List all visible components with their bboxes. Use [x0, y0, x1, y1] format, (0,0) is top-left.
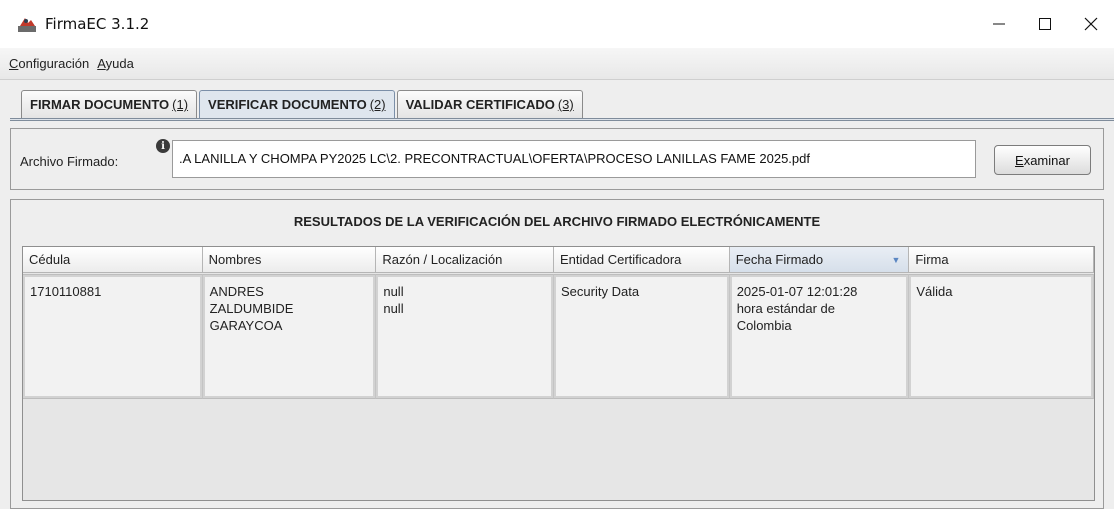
sort-descending-icon: ▼: [891, 255, 901, 265]
window-title: FirmaEC 3.1.2: [45, 15, 150, 33]
title-bar: FirmaEC 3.1.2: [0, 0, 1114, 48]
column-header-fecha[interactable]: Fecha Firmado ▼: [729, 247, 910, 273]
table-row[interactable]: 1710110881 ANDRES ZALDUMBIDE GARAYCOA nu…: [23, 274, 1095, 399]
cell-entidad[interactable]: Security Data: [554, 274, 730, 399]
file-panel: Archivo Firmado: i .A LANILLA Y CHOMPA P…: [10, 128, 1104, 190]
column-header-firma[interactable]: Firma: [909, 247, 1095, 273]
cell-fecha[interactable]: 2025-01-07 12:01:28 hora estándar de Col…: [729, 274, 910, 399]
info-icon[interactable]: i: [156, 139, 170, 153]
tab-firmar-documento[interactable]: FIRMAR DOCUMENTO (1): [21, 90, 198, 118]
app-logo-icon: [17, 14, 37, 34]
maximize-icon[interactable]: [1022, 0, 1068, 48]
menu-configuracion[interactable]: Configuración: [9, 56, 89, 71]
cell-razon[interactable]: null null: [376, 274, 555, 399]
tab-validar-certificado[interactable]: VALIDAR CERTIFICADO (3): [396, 90, 583, 118]
close-icon[interactable]: [1068, 0, 1114, 48]
cell-cedula[interactable]: 1710110881: [23, 274, 203, 399]
menu-ayuda[interactable]: Ayuda: [97, 56, 134, 71]
tab-verificar-documento[interactable]: VERIFICAR DOCUMENTO (2): [199, 90, 395, 118]
minimize-icon[interactable]: [976, 0, 1022, 48]
results-table: Cédula Nombres Razón / Localización Enti…: [22, 246, 1095, 501]
tab-strip: FIRMAR DOCUMENTO (1) VERIFICAR DOCUMENTO(…: [21, 90, 585, 118]
examinar-button[interactable]: Examinar: [994, 145, 1091, 175]
menu-bar: Configuración Ayuda: [0, 48, 1114, 80]
cell-firma[interactable]: Válida: [909, 274, 1095, 399]
column-header-razon[interactable]: Razón / Localización: [376, 247, 555, 273]
column-header-entidad[interactable]: Entidad Certificadora: [554, 247, 730, 273]
tab-divider: [10, 118, 1114, 121]
cell-nombres[interactable]: ANDRES ZALDUMBIDE GARAYCOA: [202, 274, 377, 399]
results-title: RESULTADOS DE LA VERIFICACIÓN DEL ARCHIV…: [293, 214, 821, 229]
column-header-nombres[interactable]: Nombres: [202, 247, 377, 273]
table-header: Cédula Nombres Razón / Localización Enti…: [23, 247, 1095, 273]
file-label: Archivo Firmado:: [20, 154, 119, 169]
column-header-cedula[interactable]: Cédula: [23, 247, 203, 273]
file-path-field[interactable]: .A LANILLA Y CHOMPA PY2025 LC\2. PRECONT…: [172, 140, 976, 178]
